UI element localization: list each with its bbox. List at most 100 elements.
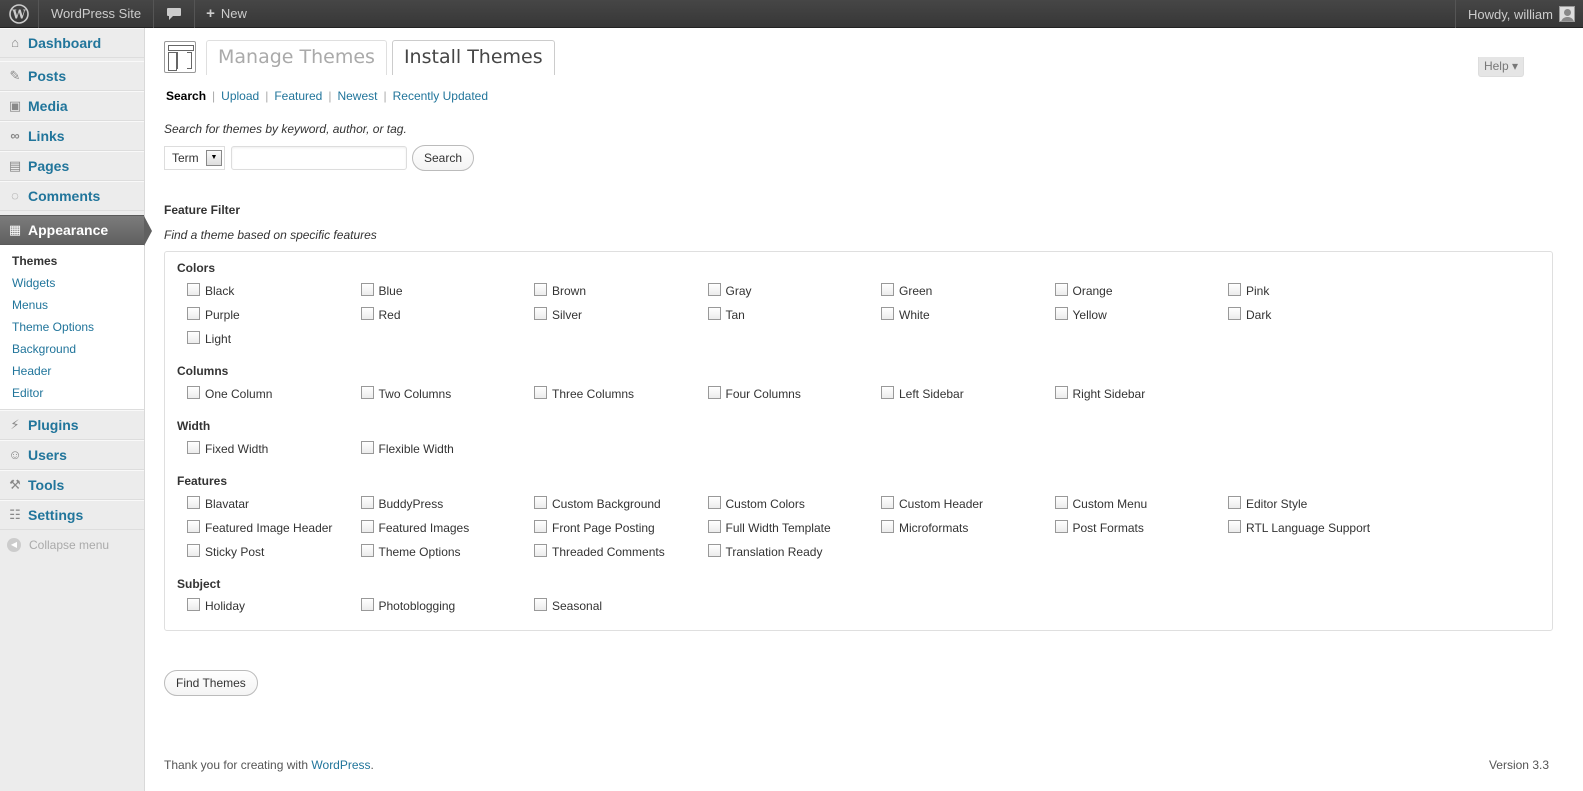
checkbox-one-column[interactable]: One Column: [187, 386, 361, 402]
search-button[interactable]: Search: [412, 145, 475, 171]
checkbox-right-sidebar[interactable]: Right Sidebar: [1054, 386, 1229, 402]
checkbox-yellow[interactable]: Yellow: [1054, 307, 1229, 323]
checkbox-box[interactable]: [1228, 520, 1241, 533]
menu-appearance[interactable]: ▦ Appearance: [0, 215, 152, 246]
checkbox-three-columns[interactable]: Three Columns: [534, 386, 708, 402]
subnav-upload[interactable]: Upload: [221, 89, 259, 103]
checkbox-box[interactable]: [534, 544, 547, 557]
checkbox-green[interactable]: Green: [881, 283, 1055, 299]
menu-posts[interactable]: ✎ Posts: [0, 61, 144, 91]
checkbox-box[interactable]: [187, 441, 200, 454]
checkbox-custom-colors[interactable]: Custom Colors: [707, 496, 882, 512]
checkbox-gray[interactable]: Gray: [707, 283, 882, 299]
checkbox-box[interactable]: [187, 544, 200, 557]
submenu-themes[interactable]: Themes: [0, 250, 144, 272]
checkbox-dark[interactable]: Dark: [1228, 307, 1402, 323]
checkbox-fixed-width[interactable]: Fixed Width: [187, 441, 361, 457]
submenu-header[interactable]: Header: [0, 360, 144, 382]
checkbox-full-width-template[interactable]: Full Width Template: [707, 520, 882, 536]
checkbox-box[interactable]: [707, 520, 721, 533]
checkbox-box[interactable]: [187, 520, 200, 533]
checkbox-box[interactable]: [187, 598, 200, 611]
checkbox-translation-ready[interactable]: Translation Ready: [707, 544, 882, 560]
submenu-widgets[interactable]: Widgets: [0, 272, 144, 294]
checkbox-custom-menu[interactable]: Custom Menu: [1054, 496, 1229, 512]
find-themes-button[interactable]: Find Themes: [164, 670, 258, 696]
checkbox-silver[interactable]: Silver: [534, 307, 708, 323]
checkbox-box[interactable]: [360, 441, 374, 454]
menu-plugins[interactable]: ⚡ Plugins: [0, 410, 144, 440]
checkbox-box[interactable]: [360, 283, 374, 296]
checkbox-blavatar[interactable]: Blavatar: [187, 496, 361, 512]
checkbox-buddypress[interactable]: BuddyPress: [360, 496, 535, 512]
checkbox-box[interactable]: [360, 520, 374, 533]
my-account-menu[interactable]: Howdy, william: [1455, 0, 1583, 28]
checkbox-holiday[interactable]: Holiday: [187, 598, 361, 614]
submenu-editor[interactable]: Editor: [0, 382, 144, 404]
checkbox-box[interactable]: [707, 496, 721, 509]
checkbox-purple[interactable]: Purple: [187, 307, 361, 323]
submenu-menus[interactable]: Menus: [0, 294, 144, 316]
checkbox-left-sidebar[interactable]: Left Sidebar: [881, 386, 1055, 402]
menu-settings[interactable]: ☷ Settings: [0, 500, 144, 530]
checkbox-front-page-posting[interactable]: Front Page Posting: [534, 520, 708, 536]
checkbox-box[interactable]: [187, 283, 200, 296]
checkbox-brown[interactable]: Brown: [534, 283, 708, 299]
checkbox-box[interactable]: [187, 307, 200, 320]
checkbox-microformats[interactable]: Microformats: [881, 520, 1055, 536]
menu-links[interactable]: ∞ Links: [0, 121, 144, 151]
checkbox-light[interactable]: Light: [187, 331, 361, 347]
site-name-link[interactable]: WordPress Site: [39, 0, 155, 28]
checkbox-box[interactable]: [360, 386, 374, 399]
checkbox-rtl-language-support[interactable]: RTL Language Support: [1228, 520, 1402, 536]
checkbox-box[interactable]: [187, 496, 200, 509]
theme-search-input[interactable]: [231, 146, 407, 170]
menu-tools[interactable]: ⚒ Tools: [0, 470, 144, 500]
checkbox-box[interactable]: [1054, 520, 1068, 533]
tab-manage-themes[interactable]: Manage Themes: [206, 40, 387, 75]
checkbox-box[interactable]: [707, 544, 721, 557]
menu-dashboard[interactable]: ⌂ Dashboard: [0, 28, 144, 58]
checkbox-photoblogging[interactable]: Photoblogging: [360, 598, 535, 614]
subnav-recently-updated[interactable]: Recently Updated: [393, 89, 488, 103]
checkbox-featured-images[interactable]: Featured Images: [360, 520, 535, 536]
checkbox-blue[interactable]: Blue: [360, 283, 535, 299]
checkbox-custom-header[interactable]: Custom Header: [881, 496, 1055, 512]
checkbox-box[interactable]: [707, 386, 721, 399]
checkbox-theme-options[interactable]: Theme Options: [360, 544, 535, 560]
checkbox-editor-style[interactable]: Editor Style: [1228, 496, 1402, 512]
checkbox-box[interactable]: [881, 283, 894, 296]
checkbox-box[interactable]: [187, 331, 200, 344]
checkbox-featured-image-header[interactable]: Featured Image Header: [187, 520, 361, 536]
checkbox-pink[interactable]: Pink: [1228, 283, 1402, 299]
collapse-menu-button[interactable]: ◀ Collapse menu: [0, 530, 144, 560]
comments-button[interactable]: [154, 0, 196, 28]
checkbox-box[interactable]: [1228, 283, 1241, 296]
submenu-theme-options[interactable]: Theme Options: [0, 316, 144, 338]
checkbox-box[interactable]: [534, 520, 547, 533]
checkbox-box[interactable]: [360, 544, 374, 557]
checkbox-box[interactable]: [1054, 496, 1068, 509]
search-type-select[interactable]: Term ▼: [164, 146, 225, 170]
menu-comments[interactable]: ◌ Comments: [0, 181, 144, 211]
tab-install-themes[interactable]: Install Themes: [391, 40, 555, 75]
checkbox-orange[interactable]: Orange: [1054, 283, 1229, 299]
checkbox-tan[interactable]: Tan: [707, 307, 882, 323]
menu-media[interactable]: ▣ Media: [0, 91, 144, 121]
checkbox-box[interactable]: [534, 496, 547, 509]
checkbox-box[interactable]: [707, 307, 721, 320]
checkbox-post-formats[interactable]: Post Formats: [1054, 520, 1229, 536]
checkbox-custom-background[interactable]: Custom Background: [534, 496, 708, 512]
subnav-featured[interactable]: Featured: [274, 89, 322, 103]
menu-pages[interactable]: ▤ Pages: [0, 151, 144, 181]
checkbox-box[interactable]: [360, 496, 374, 509]
checkbox-black[interactable]: Black: [187, 283, 361, 299]
checkbox-flexible-width[interactable]: Flexible Width: [360, 441, 535, 457]
checkbox-box[interactable]: [360, 307, 374, 320]
checkbox-white[interactable]: White: [881, 307, 1055, 323]
wordpress-link[interactable]: WordPress: [311, 758, 370, 772]
checkbox-four-columns[interactable]: Four Columns: [707, 386, 882, 402]
checkbox-box[interactable]: [1228, 496, 1241, 509]
checkbox-box[interactable]: [534, 386, 547, 399]
checkbox-box[interactable]: [881, 386, 894, 399]
